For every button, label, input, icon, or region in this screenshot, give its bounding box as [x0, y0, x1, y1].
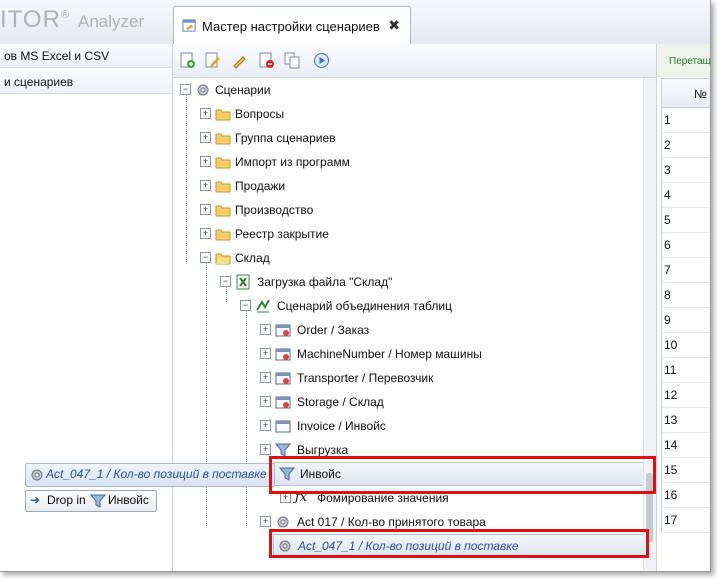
- expand-icon[interactable]: +: [260, 348, 271, 359]
- comment-icon[interactable]: [231, 52, 248, 69]
- collapse-icon[interactable]: −: [180, 84, 191, 95]
- tab-scenario-wizard[interactable]: Мастер настройки сценариев ✖: [173, 6, 411, 45]
- grid-column-header[interactable]: №: [661, 78, 710, 108]
- grid-row[interactable]: 5: [661, 208, 710, 233]
- expand-icon[interactable]: +: [200, 204, 211, 215]
- tree-table-invoice[interactable]: + Invoice / Инвойс: [173, 414, 553, 438]
- tree-load-file[interactable]: − Загрузка файла "Склад": [173, 270, 523, 294]
- folder-icon: [215, 133, 231, 145]
- folder-icon: [215, 229, 231, 241]
- folder-icon: [215, 205, 231, 217]
- tree-folder-questions[interactable]: + Вопросы: [173, 102, 473, 126]
- expand-icon[interactable]: +: [260, 324, 271, 335]
- grid-row[interactable]: 3: [661, 158, 710, 183]
- arrow-right-icon: ➔: [30, 493, 41, 507]
- grid-row[interactable]: 2: [661, 133, 710, 158]
- grid-row[interactable]: 15: [661, 458, 710, 483]
- app-window: ITOR® Analyzer Мастер настройки сценариев…: [0, 0, 711, 572]
- tab-close-icon[interactable]: ✖: [388, 17, 400, 34]
- expand-icon[interactable]: +: [200, 156, 211, 167]
- tree-folder-production[interactable]: + Производство: [173, 198, 473, 222]
- gear-icon: [277, 516, 289, 528]
- expand-icon[interactable]: +: [200, 108, 211, 119]
- tree-folder-registry[interactable]: + Реестр закрытие: [173, 222, 473, 246]
- tree-table-storage[interactable]: + Storage / Склад: [173, 390, 553, 414]
- grid-row[interactable]: 7: [661, 258, 710, 283]
- wizard-icon: [182, 19, 196, 32]
- drop-tooltip: ➔ Drop in Инвойс: [25, 490, 157, 512]
- left-item-scenarios[interactable]: и сценариев: [0, 70, 172, 94]
- tree-root[interactable]: − Сценарии: [173, 78, 473, 102]
- tree-table-machine[interactable]: + MachineNumber / Номер машины: [173, 342, 553, 366]
- grid-row[interactable]: 1: [661, 108, 710, 133]
- scenario-tree: − Сценарии + Вопросы + Группа сценариев …: [173, 78, 650, 571]
- tree-table-order[interactable]: + Order / Заказ: [173, 318, 553, 342]
- tree-scrollbar[interactable]: [643, 78, 656, 571]
- collapse-icon[interactable]: −: [220, 276, 231, 287]
- tree-join-scenario[interactable]: − Сценарий объединения таблиц: [173, 294, 523, 318]
- tree-folder-group[interactable]: + Группа сценариев: [173, 126, 473, 150]
- expand-icon[interactable]: +: [200, 180, 211, 191]
- drag-ghost: Act_047_1 / Кол-во позиций в поставке: [25, 463, 275, 487]
- tree-toolbar: [173, 44, 656, 78]
- expand-icon[interactable]: +: [260, 372, 271, 383]
- table-icon: [275, 420, 291, 433]
- grid-row[interactable]: 13: [661, 408, 710, 433]
- run-icon[interactable]: [313, 52, 330, 69]
- delete-icon[interactable]: [258, 52, 275, 69]
- expand-icon[interactable]: +: [260, 516, 271, 527]
- collapse-icon[interactable]: −: [200, 252, 211, 263]
- expand-icon[interactable]: +: [200, 132, 211, 143]
- grid-row[interactable]: 4: [661, 183, 710, 208]
- edit-icon[interactable]: [204, 52, 221, 69]
- highlight-box-target: [269, 456, 656, 494]
- expand-icon[interactable]: +: [200, 228, 211, 239]
- tree-folder-sales[interactable]: + Продажи: [173, 174, 473, 198]
- grid-row[interactable]: 17: [661, 508, 710, 533]
- grid-row[interactable]: 9: [661, 308, 710, 333]
- expand-icon[interactable]: +: [260, 444, 271, 455]
- tree-folder-import[interactable]: + Импорт из программ: [173, 150, 473, 174]
- drag-hint: Перетащ: [657, 44, 710, 77]
- folder-icon: [215, 181, 231, 193]
- join-icon: [256, 299, 270, 313]
- gear-icon: [197, 84, 209, 96]
- top-bar: ITOR® Analyzer Мастер настройки сценариев…: [0, 0, 710, 45]
- tree-folder-warehouse[interactable]: − Склад: [173, 246, 473, 270]
- funnel-icon: [90, 494, 106, 508]
- expand-icon[interactable]: +: [260, 420, 271, 431]
- grid-row[interactable]: 12: [661, 383, 710, 408]
- collapse-icon[interactable]: −: [240, 300, 251, 311]
- grid-row[interactable]: 14: [661, 433, 710, 458]
- grid-row[interactable]: 16: [661, 483, 710, 508]
- grid-row[interactable]: 6: [661, 233, 710, 258]
- folder-icon: [215, 109, 231, 121]
- highlight-box-source: [269, 529, 649, 558]
- copy-icon[interactable]: [284, 52, 301, 69]
- excel-file-icon: [236, 274, 250, 290]
- tree-table-transporter[interactable]: + Transporter / Перевозчик: [173, 366, 553, 390]
- grid-row[interactable]: 11: [661, 358, 710, 383]
- right-grid-panel: Перетащ № 1 2 3 4 5 6 7 8 9 10 11 12 13 …: [656, 44, 710, 571]
- folder-open-icon: [215, 253, 231, 265]
- expand-icon[interactable]: +: [260, 396, 271, 407]
- add-icon[interactable]: [179, 52, 196, 69]
- table-icon: [275, 324, 291, 337]
- table-icon: [275, 348, 291, 361]
- app-logo: ITOR® Analyzer: [0, 6, 145, 33]
- left-item-excel-csv[interactable]: ов MS Excel и CSV: [0, 44, 172, 68]
- folder-icon: [215, 157, 231, 169]
- tab-label: Мастер настройки сценариев: [202, 19, 380, 34]
- gear-icon: [31, 469, 43, 481]
- table-icon: [275, 372, 291, 385]
- grid-row[interactable]: 10: [661, 333, 710, 358]
- grid-row[interactable]: 8: [661, 283, 710, 308]
- table-icon: [275, 396, 291, 409]
